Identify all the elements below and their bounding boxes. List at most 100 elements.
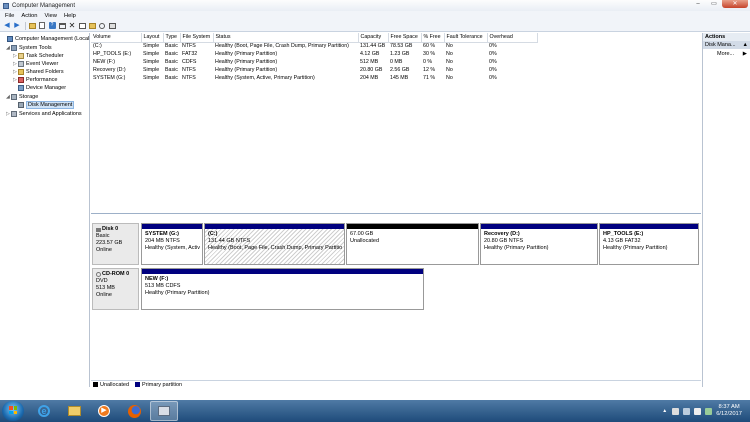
more-actions-item[interactable]: More... ▶: [703, 49, 750, 59]
partition-name: HP_TOOLS (E:): [603, 231, 644, 237]
menu-action[interactable]: Action: [21, 13, 37, 19]
tree-task-scheduler[interactable]: ▷ Task Scheduler: [13, 52, 64, 60]
cdrom-0-label[interactable]: CD-ROM 0 DVD 513 MB Online: [92, 268, 139, 310]
delete-icon[interactable]: ✕: [68, 21, 76, 30]
internet-explorer-icon[interactable]: e: [30, 401, 58, 421]
media-player-icon[interactable]: ▶: [90, 401, 118, 421]
table-cell: Simple: [143, 59, 160, 65]
menu-help[interactable]: Help: [64, 13, 76, 19]
navigation-tree: Computer Management (Local ◢ System Tool…: [0, 33, 90, 387]
forward-icon[interactable]: ▶: [13, 22, 21, 30]
clock[interactable]: 8:37 AM 6/12/2017: [716, 404, 742, 418]
power-icon[interactable]: [705, 407, 713, 415]
disk-size: 223.57 GB: [96, 240, 123, 246]
tree-services-and-applications[interactable]: ▷ Services and Applications: [6, 110, 82, 118]
legend-unallocated: Unallocated: [100, 381, 130, 388]
actions-header: Actions: [703, 33, 750, 41]
column-header[interactable]: Volume: [91, 33, 142, 43]
disk-type: DVD: [96, 278, 108, 284]
column-header[interactable]: Layout: [141, 33, 164, 43]
column-header[interactable]: % Free: [421, 33, 445, 43]
properties-icon[interactable]: [38, 22, 46, 30]
column-header[interactable]: Fault Tolerance: [444, 33, 488, 43]
disk-0-label[interactable]: Disk 0 Basic 223.57 GB Online: [92, 223, 139, 265]
minimize-button[interactable]: ‒: [690, 0, 706, 8]
partition-status: Healthy (Boot, Page File, Crash Dump, Pr…: [208, 245, 343, 251]
table-cell: No: [446, 59, 453, 65]
column-header[interactable]: Overhead: [487, 33, 538, 43]
table-row[interactable]: SYSTEM (G:) Simple Basic NTFS Healthy (S…: [91, 74, 537, 82]
table-cell: 0%: [489, 75, 497, 81]
clock-time: 8:37 AM: [718, 404, 740, 410]
show-hidden-icons-icon[interactable]: ▲: [661, 408, 668, 415]
disk-name: Disk 0: [102, 226, 119, 232]
partition-name: (C:): [208, 231, 218, 237]
table-cell: 0%: [489, 51, 497, 57]
partition-new-f[interactable]: NEW (F:) 513 MB CDFS Healthy (Primary Pa…: [141, 268, 424, 310]
close-button[interactable]: ✕: [722, 0, 748, 8]
file-explorer-icon[interactable]: [60, 401, 88, 421]
actions-section-label: Disk Mana...: [705, 42, 736, 48]
menu-bar: File Action View Help: [0, 11, 750, 20]
primary-partition-swatch: [135, 382, 141, 387]
column-header[interactable]: Type: [163, 33, 181, 43]
check-icon[interactable]: [78, 22, 86, 30]
tree-shared-folders[interactable]: ▷ Shared Folders: [13, 68, 64, 76]
tree-disk-management[interactable]: Disk Management: [13, 101, 75, 109]
tree-storage[interactable]: ◢ Storage: [6, 93, 38, 101]
partition-name: SYSTEM (G:): [145, 231, 179, 237]
partition-name: Recovery (D:): [484, 231, 520, 237]
collapse-up-icon[interactable]: ▲: [743, 41, 748, 49]
table-row[interactable]: NEW (F:) Simple Basic CDFS Healthy (Prim…: [91, 58, 537, 66]
tree-computer-management[interactable]: Computer Management (Local: [2, 35, 89, 43]
table-cell: 145 MB: [390, 75, 409, 81]
tree-device-manager[interactable]: Device Manager: [13, 84, 66, 92]
tree-event-viewer[interactable]: ▷ Event Viewer: [13, 60, 58, 68]
partition-size: 4.13 GB FAT32: [603, 238, 641, 244]
menu-file[interactable]: File: [5, 13, 14, 19]
table-row[interactable]: Recovery (D:) Simple Basic NTFS Healthy …: [91, 66, 537, 74]
table-cell: Simple: [143, 67, 160, 73]
column-header[interactable]: Capacity: [358, 33, 389, 43]
menu-view[interactable]: View: [44, 13, 56, 19]
table-cell: 0%: [489, 67, 497, 73]
search-icon[interactable]: [98, 22, 106, 30]
partition-system-g[interactable]: SYSTEM (G:) 204 MB NTFS Healthy (System,…: [141, 223, 203, 265]
open-icon[interactable]: [88, 22, 96, 30]
maximize-button[interactable]: ▭: [706, 0, 722, 8]
table-row[interactable]: (C:) Simple Basic NTFS Healthy (Boot, Pa…: [91, 42, 537, 50]
network-icon[interactable]: [683, 407, 691, 415]
firefox-icon[interactable]: [120, 401, 148, 421]
column-header[interactable]: Free Space: [388, 33, 422, 43]
help-icon[interactable]: ?: [48, 22, 56, 30]
computer-icon: [7, 36, 13, 42]
column-header[interactable]: File System: [180, 33, 214, 43]
tools-icon: [11, 45, 17, 51]
up-folder-icon[interactable]: [28, 22, 36, 30]
start-button[interactable]: [2, 401, 24, 421]
back-icon[interactable]: ◀: [3, 22, 11, 30]
table-cell: 12 %: [423, 67, 436, 73]
partition-hp-tools-e[interactable]: HP_TOOLS (E:) 4.13 GB FAT32 Healthy (Pri…: [599, 223, 699, 265]
partition-size: 204 MB NTFS: [145, 238, 180, 244]
tree-label: Services and Applications: [19, 111, 82, 117]
table-cell: Basic: [165, 75, 178, 81]
tree-label: Performance: [26, 77, 58, 83]
partition-c[interactable]: (C:) 131.44 GB NTFS Healthy (Boot, Page …: [204, 223, 345, 265]
actions-section-disk-management[interactable]: Disk Mana... ▲: [703, 41, 750, 49]
computer-management-taskbar-button[interactable]: [150, 401, 178, 421]
tree-system-tools[interactable]: ◢ System Tools: [6, 44, 52, 52]
partition-recovery-d[interactable]: Recovery (D:) 20.80 GB NTFS Healthy (Pri…: [480, 223, 598, 265]
partition-unallocated[interactable]: 67.00 GB Unallocated: [346, 223, 479, 265]
volume-icon[interactable]: [694, 407, 702, 415]
column-header[interactable]: Status: [213, 33, 359, 43]
table-cell: NEW (F:): [93, 59, 116, 65]
table-cell: 60 %: [423, 43, 436, 50]
partition-name: NEW (F:): [145, 276, 169, 282]
action-center-flag-icon[interactable]: [672, 407, 680, 415]
list-view-icon[interactable]: [58, 22, 66, 30]
tree-performance[interactable]: ▷ Performance: [13, 76, 58, 84]
table-row[interactable]: HP_TOOLS (E:) Simple Basic FAT32 Healthy…: [91, 50, 537, 58]
windows-logo-icon: [9, 406, 17, 414]
settings-icon[interactable]: [108, 22, 116, 30]
